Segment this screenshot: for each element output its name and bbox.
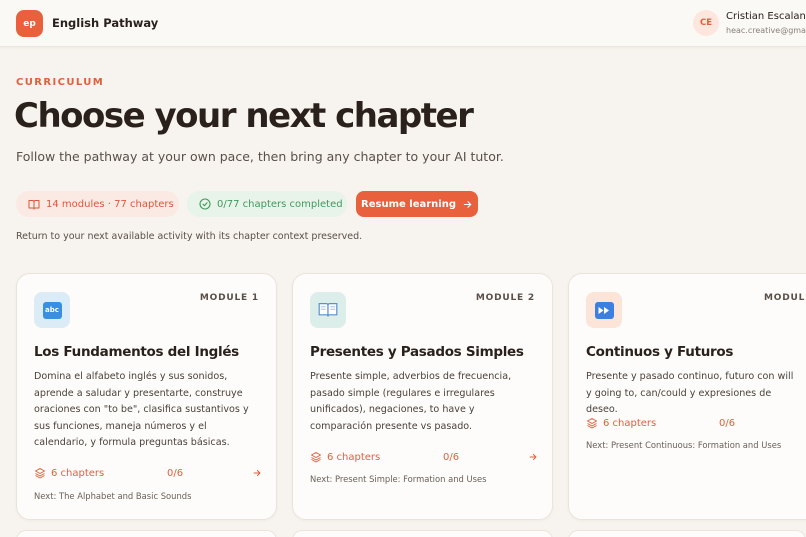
module-card-5-preview [292,530,553,537]
page-title: Choose your next chapter [14,96,474,136]
module-chapters: 6 chapters [34,467,104,479]
module-chapters: 6 chapters [586,417,656,429]
module-label: MODULE 1 [199,293,259,303]
module-meta: 6 chapters 0/6 [586,415,806,431]
fast-forward-icon [586,292,622,328]
module-card-4-preview [16,530,277,537]
module-description: Domina el alfabeto inglés y sus sonidos,… [34,371,249,448]
user-email: heac.creative@gmail.com [726,26,806,35]
page-subtitle: Follow the pathway at your own pace, the… [16,149,504,164]
module-chapters: 6 chapters [310,451,380,463]
module-card-1[interactable]: abc MODULE 1 Los Fundamentos del Inglés … [16,273,277,520]
module-description: Presente simple, adverbios de frecuencia… [310,371,512,432]
module-meta: 6 chapters 0/6 [310,449,538,465]
module-next-chapter: Next: Present Continuous: Formation and … [586,440,782,450]
module-progress: 0/6 [719,417,736,429]
resume-helper-text: Return to your next available activity w… [16,231,363,242]
module-description: Presente y pasado continuo, futuro con w… [586,371,794,415]
module-card-2[interactable]: MODULE 2 Presentes y Pasados Simples Pre… [292,273,553,520]
check-circle-icon [199,198,211,210]
module-title: Continuos y Futuros [586,344,734,360]
user-name: Cristian Escalante [726,11,806,22]
arrow-right-icon[interactable] [252,468,262,478]
module-next-chapter: Next: The Alphabet and Basic Sounds [34,491,192,501]
module-title: Presentes y Pasados Simples [310,344,524,360]
avatar[interactable]: CE [693,10,719,36]
module-card-3[interactable]: MODULE 3 Continuos y Futuros Presente y … [568,273,806,520]
module-progress: 0/6 [167,467,184,479]
abc-icon: abc [34,292,70,328]
brand-name[interactable]: English Pathway [52,16,158,30]
arrow-right-icon [463,200,472,208]
module-label: MODULE 3 [764,293,806,303]
layers-icon [311,452,321,463]
resume-learning-button[interactable]: Resume learning [356,191,478,217]
module-title: Los Fundamentos del Inglés [34,344,239,360]
module-progress: 0/6 [443,451,460,463]
brand-logo[interactable]: ep [16,10,43,37]
layers-icon [587,418,597,429]
module-meta: 6 chapters 0/6 [34,465,262,481]
section-eyebrow: CURRICULUM [16,77,105,88]
book-icon [310,292,346,328]
module-card-6-preview [568,530,806,537]
progress-text: 0/77 chapters completed [217,198,343,210]
arrow-right-icon[interactable] [528,452,538,462]
module-label: MODULE 2 [475,293,535,303]
module-next-chapter: Next: Present Simple: Formation and Uses [310,474,487,484]
resume-learning-label: Resume learning [361,198,456,210]
modules-count-badge: 14 modules · 77 chapters [16,191,179,217]
top-bar: ep English Pathway CE Cristian Escalante… [0,0,806,47]
layers-icon [35,468,45,479]
modules-count-text: 14 modules · 77 chapters [46,198,174,210]
progress-badge: 0/77 chapters completed [187,191,347,217]
open-book-icon [28,199,40,209]
